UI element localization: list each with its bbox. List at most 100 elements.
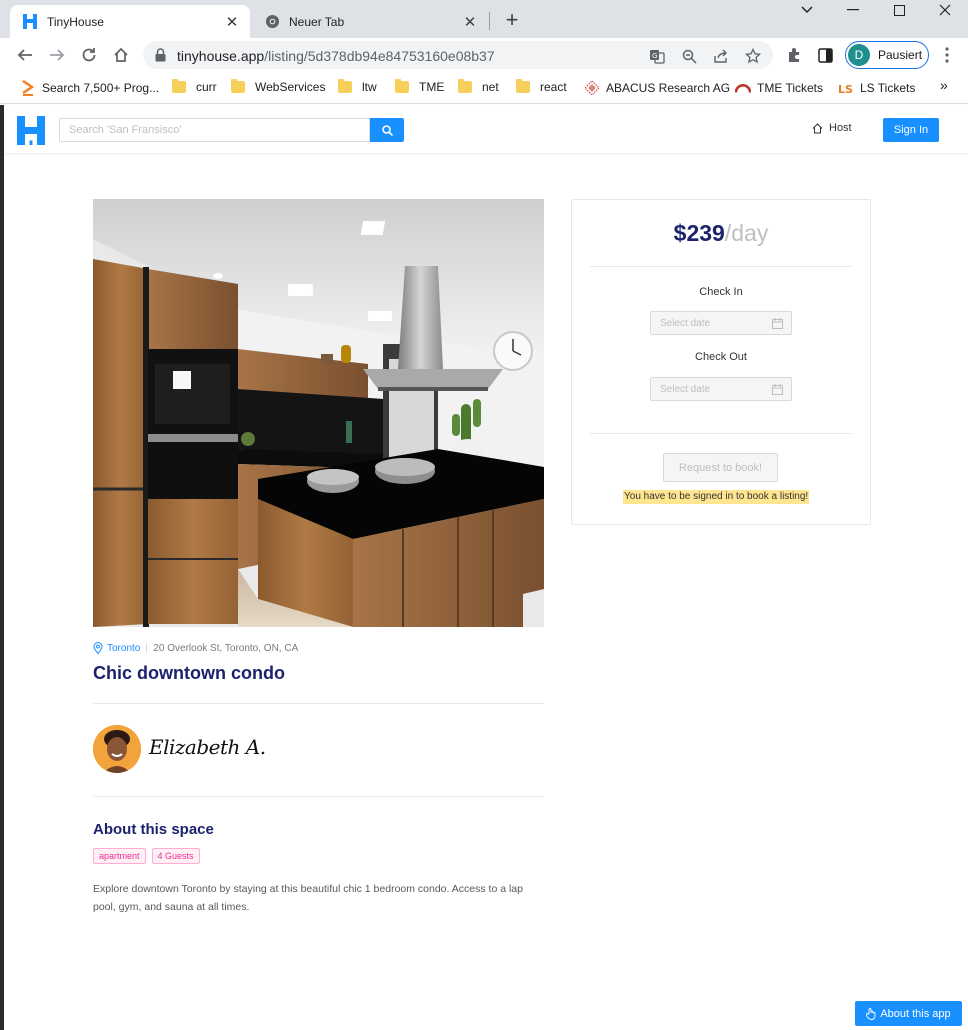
bookmark-item[interactable]: ABACUS Research AG xyxy=(584,80,730,96)
search-input[interactable] xyxy=(59,118,370,142)
tag-listing-type: apartment xyxy=(93,848,146,864)
new-tab-icon[interactable]: + xyxy=(500,9,524,33)
check-in-label: Check In xyxy=(699,286,743,298)
price-unit: /day xyxy=(724,220,769,246)
tag-guests: 4 Guests xyxy=(151,848,200,864)
listing-tags: apartment 4 Guests xyxy=(93,848,206,864)
forward-icon[interactable] xyxy=(44,42,70,68)
zoom-icon[interactable] xyxy=(680,47,698,65)
url-host: tinyhouse.app xyxy=(177,48,265,64)
section-divider xyxy=(93,796,544,797)
listing-description: Explore downtown Toronto by staying at t… xyxy=(93,883,523,913)
tab-new-tab[interactable]: Neuer Tab ✕ xyxy=(252,5,488,38)
bookmark-label: ABACUS Research AG xyxy=(606,81,731,95)
maximize-icon[interactable] xyxy=(876,0,922,20)
location-city-link[interactable]: Toronto xyxy=(107,643,140,654)
reload-icon[interactable] xyxy=(76,42,102,68)
tab-close-icon[interactable]: ✕ xyxy=(460,12,480,32)
folder-icon xyxy=(231,79,245,93)
host-link[interactable]: Host xyxy=(812,122,852,134)
check-in-date-picker[interactable]: Select date xyxy=(650,311,792,335)
bookmark-item[interactable]: TME Tickets xyxy=(735,80,823,96)
check-out-label: Check Out xyxy=(695,351,747,363)
calendar-icon xyxy=(772,318,783,329)
bookmark-label: TME Tickets xyxy=(757,81,824,95)
date-placeholder: Select date xyxy=(660,383,711,395)
calendar-icon xyxy=(772,384,783,395)
share-icon[interactable] xyxy=(712,47,730,65)
bookmark-item[interactable]: ltw xyxy=(338,79,377,94)
bookmark-item[interactable]: Search 7,500+ Prog... xyxy=(20,80,159,96)
tab-close-icon[interactable]: ✕ xyxy=(222,12,242,32)
svg-text:LS: LS xyxy=(838,83,853,94)
abacus-icon xyxy=(584,80,600,96)
tab-title: TinyHouse xyxy=(47,14,104,29)
host-label: Host xyxy=(829,122,852,134)
date-placeholder: Select date xyxy=(660,317,711,329)
map-pin-icon xyxy=(93,642,103,654)
request-to-book-button[interactable]: Request to book! xyxy=(663,453,778,482)
tab-tinyhouse[interactable]: TinyHouse ✕ xyxy=(10,5,250,38)
chrome-favicon-icon xyxy=(264,14,280,30)
extensions-icon[interactable] xyxy=(781,42,807,68)
profile-button[interactable]: D Pausiert xyxy=(845,41,929,69)
more-bookmarks-icon[interactable]: » xyxy=(940,77,948,93)
tinyhouse-logo-icon[interactable] xyxy=(17,116,45,145)
bookmark-item[interactable]: react xyxy=(516,79,567,94)
address-bar[interactable]: tinyhouse.app/listing/5d378db94e84753160… xyxy=(143,41,773,69)
search-button[interactable] xyxy=(370,118,404,142)
browser-menu-icon[interactable] xyxy=(934,42,960,68)
home-icon xyxy=(812,122,823,133)
host-avatar[interactable] xyxy=(93,725,141,773)
bookmark-item[interactable]: TME xyxy=(395,79,445,94)
about-app-label: About this app xyxy=(880,1007,951,1020)
tinyhouse-app: Host Sign In xyxy=(4,105,968,1030)
app-header: Host Sign In xyxy=(4,105,968,154)
bookmark-item[interactable]: net xyxy=(458,79,499,94)
folder-icon xyxy=(395,79,409,93)
folder-icon xyxy=(338,79,352,93)
browser-toolbar: tinyhouse.app/listing/5d378db94e84753160… xyxy=(0,38,968,72)
profile-label: Pausiert xyxy=(878,48,923,62)
about-app-button[interactable]: About this app xyxy=(855,1001,962,1026)
sign-in-warning: You have to be signed in to book a listi… xyxy=(623,490,810,504)
bookmark-item[interactable]: WebServices xyxy=(231,79,326,94)
booking-divider xyxy=(590,266,852,267)
booking-card: $239/day Check In Select date Check Out … xyxy=(571,199,871,525)
hand-pointer-icon xyxy=(866,1007,876,1020)
tab-separator xyxy=(489,12,490,30)
location-separator xyxy=(146,643,148,653)
bookmark-label: ltw xyxy=(362,80,377,94)
side-panel-icon[interactable] xyxy=(812,42,838,68)
back-icon[interactable] xyxy=(12,42,38,68)
chevron-bookmark-icon xyxy=(20,80,36,96)
check-out-date-picker[interactable]: Select date xyxy=(650,377,792,401)
folder-icon xyxy=(516,79,530,93)
tab-search-chevron-icon[interactable] xyxy=(784,0,830,20)
sign-in-button[interactable]: Sign In xyxy=(883,118,939,142)
bookmark-label: LS Tickets xyxy=(860,81,916,95)
location-address: 20 Overlook St, Toronto, ON, CA xyxy=(153,642,299,654)
browser-tab-bar: TinyHouse ✕ Neuer Tab ✕ + xyxy=(0,0,968,38)
home-icon[interactable] xyxy=(108,42,134,68)
listing-image xyxy=(93,199,544,627)
bookmark-label: react xyxy=(540,80,567,94)
lock-icon[interactable] xyxy=(155,48,166,67)
ls-tickets-icon: LS xyxy=(838,80,854,96)
bookmark-label: TME xyxy=(419,80,445,94)
bookmark-item[interactable]: LS LS Tickets xyxy=(838,80,915,96)
profile-avatar: D xyxy=(848,44,870,66)
translate-icon[interactable]: G xyxy=(648,47,666,65)
window-close-icon[interactable] xyxy=(922,0,968,20)
bookmark-item[interactable]: curr xyxy=(172,79,217,94)
bookmark-label: curr xyxy=(196,80,217,94)
folder-icon xyxy=(458,79,472,93)
minimize-icon[interactable] xyxy=(830,0,876,20)
bookmark-label: WebServices xyxy=(255,80,326,94)
bookmarks-bar: Search 7,500+ Prog... curr WebServices l… xyxy=(0,72,968,104)
url-path: /listing/5d378db94e84753160e08b37 xyxy=(264,48,495,64)
price-amount: $239 xyxy=(673,220,725,246)
search-icon xyxy=(381,124,393,136)
bookmark-star-icon[interactable] xyxy=(744,47,762,65)
bookmark-label: net xyxy=(482,80,499,94)
